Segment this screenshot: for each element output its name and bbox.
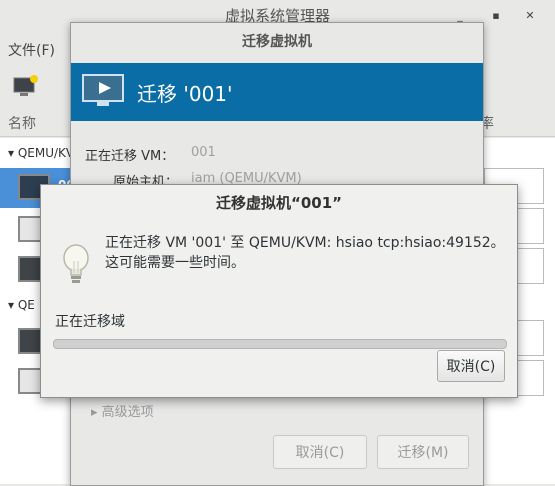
migrating-label: 正在迁移 VM： (85, 149, 175, 164)
new-vm-icon[interactable] (12, 74, 40, 98)
progress-dialog: 迁移虚拟机“001” 正在迁移 VM '001' 至 QEMU/KVM: hsi… (40, 184, 518, 398)
close-icon[interactable]: ✕ (522, 8, 538, 24)
column-name[interactable]: 名称 (8, 113, 36, 133)
advanced-options-expander[interactable]: ▸ 高级选项 (91, 401, 154, 420)
lightbulb-icon (63, 244, 89, 283)
migrate-cancel-button[interactable]: 取消(C) (273, 435, 367, 469)
menu-file[interactable]: 文件(F) (8, 40, 55, 60)
progress-status: 正在迁移域 (55, 314, 125, 330)
monitor-play-icon (82, 74, 124, 106)
migrating-value: 001 (191, 145, 216, 160)
progress-message: 正在迁移 VM '001' 至 QEMU/KVM: hsiao tcp:hsia… (105, 233, 505, 273)
progress-bar (53, 339, 507, 349)
migrate-banner: 迁移 '001' (71, 63, 483, 121)
migrate-dialog-title: 迁移虚拟机 (242, 34, 312, 50)
migrate-button[interactable]: 迁移(M) (377, 435, 469, 469)
progress-dialog-title: 迁移虚拟机“001” (215, 194, 343, 212)
maximize-icon[interactable]: ▪ (488, 8, 504, 24)
progress-cancel-button[interactable]: 取消(C) (437, 350, 505, 382)
connection-group-2[interactable]: ▾ QE (8, 298, 35, 312)
migrate-banner-text: 迁移 '001' (137, 82, 233, 106)
progress-message-line-1: 正在迁移 VM '001' 至 QEMU/KVM: hsiao tcp:hsia… (105, 235, 505, 251)
connection-group-1[interactable]: ▾ QEMU/KV (8, 146, 74, 160)
progress-message-line-2: 这可能需要一些时间。 (105, 255, 245, 271)
